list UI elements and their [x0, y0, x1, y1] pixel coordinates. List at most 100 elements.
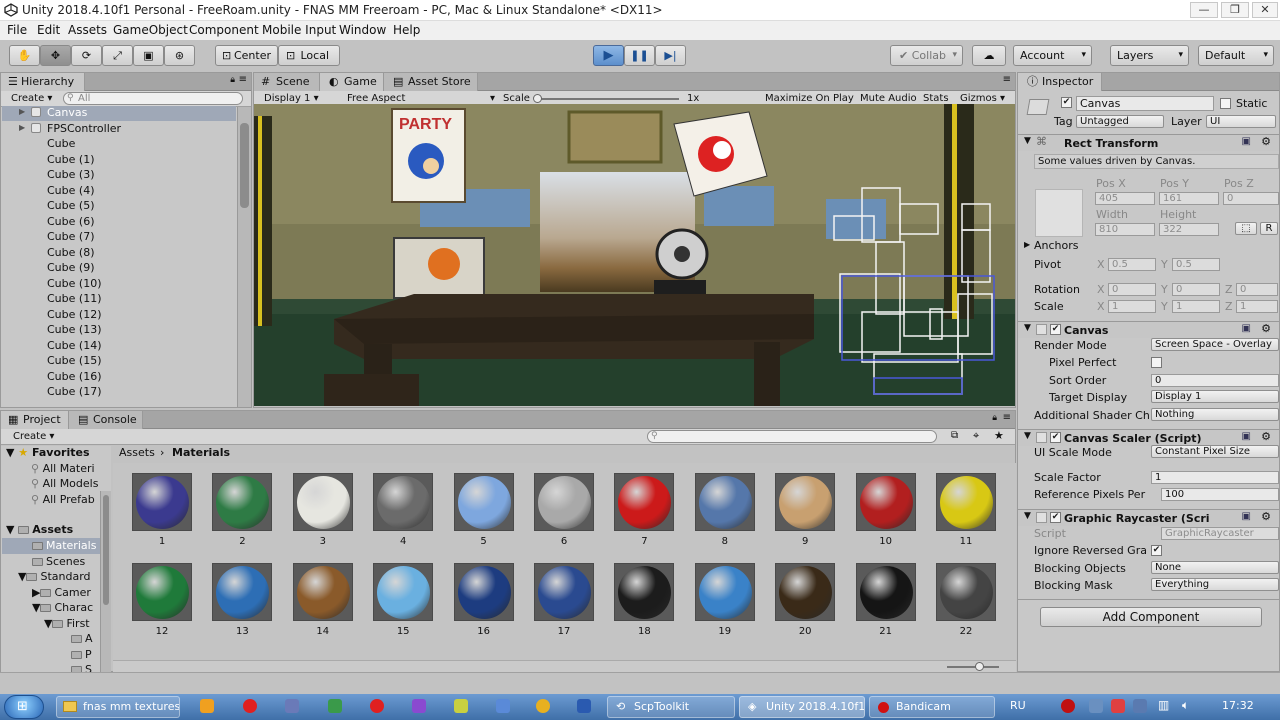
hierarchy-scrollbar[interactable]	[237, 107, 251, 407]
script-field[interactable]: GraphicRaycaster	[1161, 527, 1279, 540]
canvas-component-header[interactable]: ▼ ✔ Canvas ▣ ⚙	[1018, 321, 1279, 338]
foldout-arrow-icon[interactable]: ▶	[19, 123, 25, 132]
panel-menu-icon[interactable]: ≡	[1003, 412, 1011, 423]
settings-gear-icon[interactable]: ⚙	[1261, 322, 1271, 335]
scroll-thumb[interactable]	[103, 495, 109, 605]
width-field[interactable]: 810	[1095, 223, 1155, 236]
close-button[interactable]: ✕	[1252, 2, 1278, 18]
help-icon[interactable]: ▣	[1242, 431, 1251, 442]
material-item[interactable]: 5	[453, 473, 514, 547]
menu-help[interactable]: Help	[393, 23, 420, 37]
help-icon[interactable]: ▣	[1242, 136, 1251, 147]
scale-y-field[interactable]: 1	[1172, 300, 1220, 313]
fav-all-prefabs[interactable]: ⚲ All Prefab	[31, 493, 95, 506]
settings-gear-icon[interactable]: ⚙	[1261, 135, 1271, 148]
anchor-preset-box[interactable]	[1035, 189, 1083, 237]
foldout-arrow-icon[interactable]: ▶	[19, 107, 25, 116]
hierarchy-item[interactable]: ▶ Canvas	[19, 106, 87, 119]
material-item[interactable]: 9	[775, 473, 836, 547]
icon-size-slider[interactable]	[947, 662, 999, 671]
ref-pixels-field[interactable]: 100	[1161, 488, 1279, 501]
material-item[interactable]: 15	[373, 563, 434, 637]
minimize-button[interactable]: —	[1190, 2, 1218, 18]
material-item[interactable]: 6	[534, 473, 594, 547]
tray-icon[interactable]	[1089, 699, 1103, 713]
yandex-icon[interactable]	[370, 699, 384, 713]
hierarchy-item[interactable]: ▶ FPSController	[19, 122, 121, 135]
ui-scale-mode-dropdown[interactable]: Constant Pixel Size	[1151, 445, 1279, 458]
scale-z-field[interactable]: 1	[1236, 300, 1278, 313]
scale-slider[interactable]	[533, 94, 679, 103]
hierarchy-item[interactable]: Cube (4)	[47, 184, 94, 197]
app-icon[interactable]	[454, 699, 468, 713]
menu-edit[interactable]: Edit	[37, 23, 60, 37]
breadcrumb-materials[interactable]: Materials	[172, 446, 230, 459]
cloud-button[interactable]: ☁	[972, 45, 1006, 66]
scale-slider-handle[interactable]	[533, 94, 542, 103]
task-unity[interactable]: ◈ Unity 2018.4.10f1...	[739, 696, 865, 718]
lock-icon[interactable]: 🔒︎	[230, 75, 235, 85]
material-item[interactable]: 14	[292, 563, 353, 637]
bandicam-tray-icon[interactable]	[1061, 699, 1075, 713]
opera-icon[interactable]	[243, 699, 257, 713]
filter-type-icon[interactable]: ⧉	[951, 430, 958, 441]
tag-dropdown[interactable]: Untagged	[1076, 115, 1164, 128]
tab-project[interactable]: ▦ Project	[1, 411, 69, 429]
render-mode-dropdown[interactable]: Screen Space - Overlay	[1151, 338, 1279, 351]
hierarchy-item[interactable]: Cube (16)	[47, 370, 101, 383]
app-icon[interactable]	[412, 699, 426, 713]
clock-time[interactable]: 17:32	[1222, 699, 1254, 712]
active-checkbox[interactable]: ✔	[1061, 97, 1072, 108]
hierarchy-item[interactable]: Cube (10)	[47, 277, 101, 290]
raycaster-enabled-checkbox[interactable]: ✔	[1050, 512, 1061, 523]
icon-size-slider-handle[interactable]	[975, 662, 984, 671]
help-icon[interactable]: ▣	[1242, 511, 1251, 522]
tree-sub-a[interactable]: A	[71, 632, 93, 645]
tab-inspector[interactable]: ⓘ Inspector	[1018, 73, 1102, 91]
material-item[interactable]: 13	[212, 563, 273, 637]
pos-y-field[interactable]: 161	[1159, 192, 1219, 205]
chrome-icon[interactable]	[536, 699, 550, 713]
layers-dropdown[interactable]: Layers	[1110, 45, 1189, 66]
menu-window[interactable]: Window	[339, 23, 386, 37]
panel-menu-icon[interactable]: ≡	[239, 74, 247, 85]
help-icon[interactable]: ▣	[1242, 323, 1251, 334]
network-icon[interactable]: ▥	[1158, 698, 1169, 712]
layer-dropdown[interactable]: UI	[1206, 115, 1276, 128]
scale-x-field[interactable]: 1	[1108, 300, 1156, 313]
app-icon[interactable]	[285, 699, 299, 713]
step-button[interactable]: ▶|	[655, 45, 686, 66]
menu-component[interactable]: Component	[189, 23, 259, 37]
collab-dropdown[interactable]: ✔ Collab	[890, 45, 963, 66]
static-checkbox[interactable]	[1220, 98, 1231, 109]
account-dropdown[interactable]: Account	[1013, 45, 1092, 66]
hierarchy-item[interactable]: Cube (9)	[47, 261, 94, 274]
anchors-foldout-icon[interactable]: ▶	[1024, 240, 1030, 249]
tree-standard[interactable]: ▼ Standard	[18, 570, 91, 583]
pos-x-field[interactable]: 405	[1095, 192, 1155, 205]
hand-tool-button[interactable]: ✋	[9, 45, 40, 66]
hierarchy-item[interactable]: Cube (3)	[47, 168, 94, 181]
pivot-y-field[interactable]: 0.5	[1172, 258, 1220, 271]
pos-z-field[interactable]: 0	[1223, 192, 1279, 205]
material-item[interactable]: 7	[614, 473, 675, 547]
tree-scenes[interactable]: Scenes	[32, 555, 85, 568]
hierarchy-item[interactable]: Cube (11)	[47, 292, 101, 305]
material-item[interactable]: 11	[936, 473, 996, 547]
material-item[interactable]: 12	[132, 563, 192, 637]
task-scptoolkit[interactable]: ⟲ ScpToolkit	[607, 696, 735, 718]
tree-sub-p[interactable]: P	[71, 648, 92, 661]
app-icon[interactable]	[328, 699, 342, 713]
rotation-z-field[interactable]: 0	[1236, 283, 1278, 296]
tab-console[interactable]: ▤ Console	[69, 411, 143, 429]
material-item[interactable]: 21	[855, 563, 916, 637]
create-dropdown[interactable]: Create ▾	[11, 92, 52, 106]
maximize-button[interactable]: ❐	[1221, 2, 1249, 18]
tree-characters[interactable]: ▼ Charac	[32, 601, 93, 614]
material-item[interactable]: 20	[775, 563, 836, 637]
project-create-dropdown[interactable]: Create ▾	[13, 430, 54, 444]
rotate-tool-button[interactable]: ⟳	[71, 45, 102, 66]
app-icon[interactable]	[577, 699, 591, 713]
blocking-objects-dropdown[interactable]: None	[1151, 561, 1279, 574]
material-item[interactable]: 22	[936, 563, 996, 637]
